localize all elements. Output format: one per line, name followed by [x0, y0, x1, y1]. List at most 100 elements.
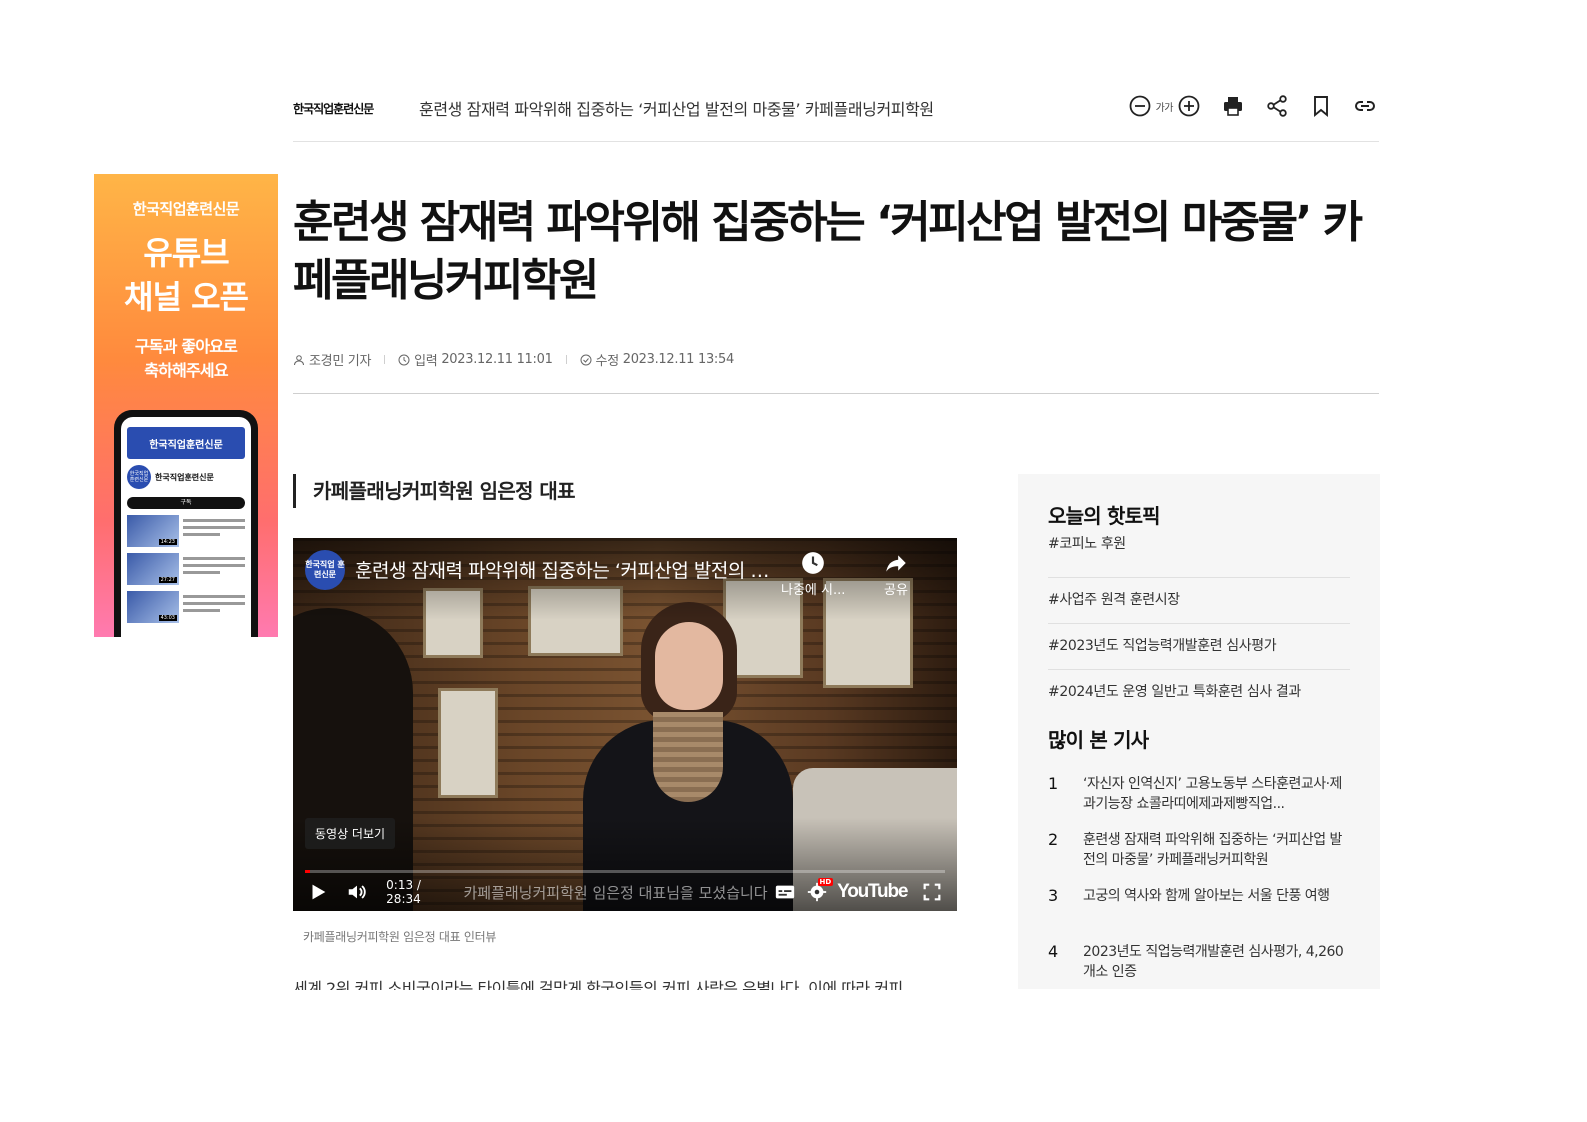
volume-button[interactable]: [343, 876, 372, 908]
video-duration: 27:27: [158, 577, 177, 583]
meta-divider: [565, 355, 567, 364]
article-headline: 훈련생 잠재력 파악위해 집중하는 ‘커피산업 발전의 마중물’ 카 페플래닝커…: [293, 194, 1373, 310]
video-shade: [293, 538, 957, 911]
input-date-label: 입력: [414, 354, 438, 369]
video-duration: 14:23: [158, 539, 177, 545]
hot-topic-item[interactable]: #사업주 원격 훈련시장: [1048, 578, 1350, 624]
headline-line-1: 훈련생 잠재력 파악위해 집중하는 ‘커피산업 발전의 마중물’ 카: [293, 197, 1363, 248]
play-icon: [312, 884, 326, 900]
video-progress-bar[interactable]: [305, 870, 945, 873]
hot-topic-item[interactable]: #2024년도 운영 일반고 특화훈련 심사 결과: [1048, 670, 1350, 716]
phone-channel-row: 한국직업 훈련신문 한국직업훈련신문: [127, 465, 245, 489]
popular-articles-title: 많이 본 기사: [1048, 728, 1149, 752]
play-button[interactable]: [305, 876, 331, 908]
popular-article-item[interactable]: 2 훈련생 잠재력 파악위해 집중하는 ‘커피산업 발전의 마중물’ 카페플래닝…: [1048, 830, 1350, 886]
header-divider: [293, 393, 1379, 394]
subtitles-button[interactable]: [771, 876, 800, 908]
phone-video-thumbnail: 14:23: [127, 515, 179, 547]
clock-icon: [802, 552, 825, 574]
link-icon: [1355, 101, 1375, 111]
input-date-value: 2023.12.11 11:01: [441, 352, 553, 367]
modified-date-value: 2023.12.11 13:54: [622, 352, 735, 367]
popular-article-title: 고궁의 역사와 함께 알아보는 서울 단풍 여행: [1083, 888, 1330, 904]
fullscreen-icon: [923, 883, 941, 901]
phone-video-text: [183, 515, 245, 547]
ad-headline-line-2: 채널 오픈: [124, 278, 249, 316]
reporter-name: 조경민 기자: [309, 354, 372, 369]
popular-rank-number: 1: [1048, 774, 1059, 793]
popular-article-title: ‘자신자 인역신지’ 고용노동부 스타훈련교사·제과기능장 쇼콜라띠에제과제빵직…: [1083, 776, 1342, 812]
phone-video-thumbnail: 43:03: [127, 591, 179, 623]
video-time: 0:13 / 28:34: [386, 878, 421, 906]
hot-topic-item[interactable]: #코피노 후원: [1048, 532, 1350, 578]
youtube-embed[interactable]: 한국직업 훈련신문 훈련생 잠재력 파악위해 집중하는 ‘커피산업 발전의 마중…: [293, 538, 957, 911]
phone-screen: 한국직업훈련신문 한국직업 훈련신문 한국직업훈련신문 구독 14:23 27:…: [121, 417, 251, 637]
input-date: 입력 2023.12.11 11:01: [398, 350, 553, 369]
ad-subtext-line-1: 구독과 좋아요로: [134, 337, 238, 356]
youtube-channel-ad[interactable]: 한국직업훈련신문 유튜브 채널 오픈 구독과 좋아요로 축하해주세요 한국직업훈…: [94, 174, 278, 637]
video-progress-fill: [305, 870, 310, 873]
video-share-button[interactable]: 공유: [883, 550, 909, 598]
phone-video-text: [183, 591, 245, 623]
share-icon: [1267, 95, 1287, 117]
video-controls: 0:13 / 28:34 카페플래닝커피학원 임은정 대표님을 모셨습니다 HD…: [305, 876, 945, 908]
headline-line-2: 페플래닝커피학원: [293, 255, 599, 306]
bookmark-icon: [1314, 96, 1328, 118]
check-circle-icon: [580, 354, 592, 365]
article-toolbar: 한국직업훈련신문 훈련생 잠재력 파악위해 집중하는 ‘커피산업 발전의 마중물…: [293, 84, 1379, 142]
hot-topics-title: 오늘의 핫토픽: [1048, 504, 1161, 528]
phone-channel-banner: 한국직업훈련신문: [127, 427, 245, 459]
ad-brand: 한국직업훈련신문: [132, 200, 240, 218]
settings-button[interactable]: HD: [800, 876, 834, 908]
copy-link-button[interactable]: [1351, 92, 1379, 120]
watch-later-label: 나중에 시...: [781, 583, 846, 598]
plus-circle-icon: [1178, 95, 1200, 117]
ad-headline: 유튜브 채널 오픈: [94, 231, 278, 319]
site-logo[interactable]: 한국직업훈련신문: [293, 100, 374, 117]
toolbar-article-title: 훈련생 잠재력 파악위해 집중하는 ‘커피산업 발전의 마중물’ 카페플래닝커피…: [419, 100, 934, 119]
modified-date: 수정 2023.12.11 13:54: [580, 350, 734, 369]
ad-subtext-line-2: 축하해주세요: [144, 361, 228, 380]
phone-subscribe-button: 구독: [127, 497, 245, 509]
print-button[interactable]: [1219, 92, 1247, 120]
more-videos-button[interactable]: 동영상 더보기: [305, 818, 396, 849]
print-icon: [1224, 97, 1242, 116]
phone-channel-name: 한국직업훈련신문: [155, 472, 214, 482]
font-increase-button[interactable]: [1175, 92, 1203, 120]
youtube-logo[interactable]: YouTube: [837, 881, 908, 903]
phone-video-thumbnail: 27:27: [127, 553, 179, 585]
popular-article-item[interactable]: 1 ‘자신자 인역신지’ 고용노동부 스타훈련교사·제과기능장 쇼콜라띠에제과제…: [1048, 774, 1350, 830]
article-subheading: 카페플래닝커피학원 임은정 대표: [293, 474, 576, 508]
popular-article-item[interactable]: 4 2023년도 직업능력개발훈련 심사평가, 4,260개소 인증: [1048, 942, 1350, 989]
reporter-info[interactable]: 조경민 기자: [293, 350, 371, 369]
fullscreen-button[interactable]: [919, 876, 945, 908]
hd-badge: HD: [817, 878, 834, 886]
share-button[interactable]: [1263, 92, 1291, 120]
bookmark-button[interactable]: [1307, 92, 1335, 120]
ad-headline-line-1: 유튜브: [143, 234, 229, 272]
popular-articles-list: 1 ‘자신자 인역신지’ 고용노동부 스타훈련교사·제과기능장 쇼콜라띠에제과제…: [1048, 774, 1350, 989]
video-caption-overlay: 카페플래닝커피학원 임은정 대표님을 모셨습니다: [463, 883, 768, 902]
volume-icon: [349, 885, 367, 899]
video-title[interactable]: 훈련생 잠재력 파악위해 집중하는 ‘커피산업 발전의 마중물’ 카페플래닝커피…: [355, 556, 785, 583]
watch-later-button[interactable]: 나중에 시...: [781, 550, 845, 598]
hot-topics-list: #코피노 후원 #사업주 원격 훈련시장 #2023년도 직업능력개발훈련 심사…: [1048, 532, 1350, 716]
hot-topic-item[interactable]: #2023년도 직업능력개발훈련 심사평가: [1048, 624, 1350, 670]
subtitles-icon: [776, 885, 795, 899]
popular-rank-number: 4: [1048, 942, 1059, 961]
ad-subtext: 구독과 좋아요로 축하해주세요: [94, 335, 278, 383]
share-label: 공유: [884, 583, 908, 598]
phone-channel-avatar: 한국직업 훈련신문: [127, 465, 151, 489]
popular-rank-number: 2: [1048, 830, 1059, 849]
article-tools: 가가: [1126, 92, 1379, 120]
modified-date-label: 수정: [595, 354, 620, 369]
person-icon: [294, 354, 304, 365]
meta-divider: [384, 355, 386, 364]
phone-mockup: 한국직업훈련신문 한국직업 훈련신문 한국직업훈련신문 구독 14:23 27:…: [114, 410, 258, 637]
video-channel-logo[interactable]: 한국직업 훈련신문: [305, 550, 345, 590]
font-decrease-button[interactable]: [1126, 92, 1154, 120]
phone-video-text: [183, 553, 245, 585]
popular-article-item[interactable]: 3 고궁의 역사와 함께 알아보는 서울 단풍 여행: [1048, 886, 1350, 942]
article-body-paragraph: 세계 2위 커피 소비국이라는 타이틀에 걸맞게 한국인들의 커피 사랑은 유별…: [293, 979, 903, 990]
phone-video-item: 27:27: [127, 553, 245, 585]
